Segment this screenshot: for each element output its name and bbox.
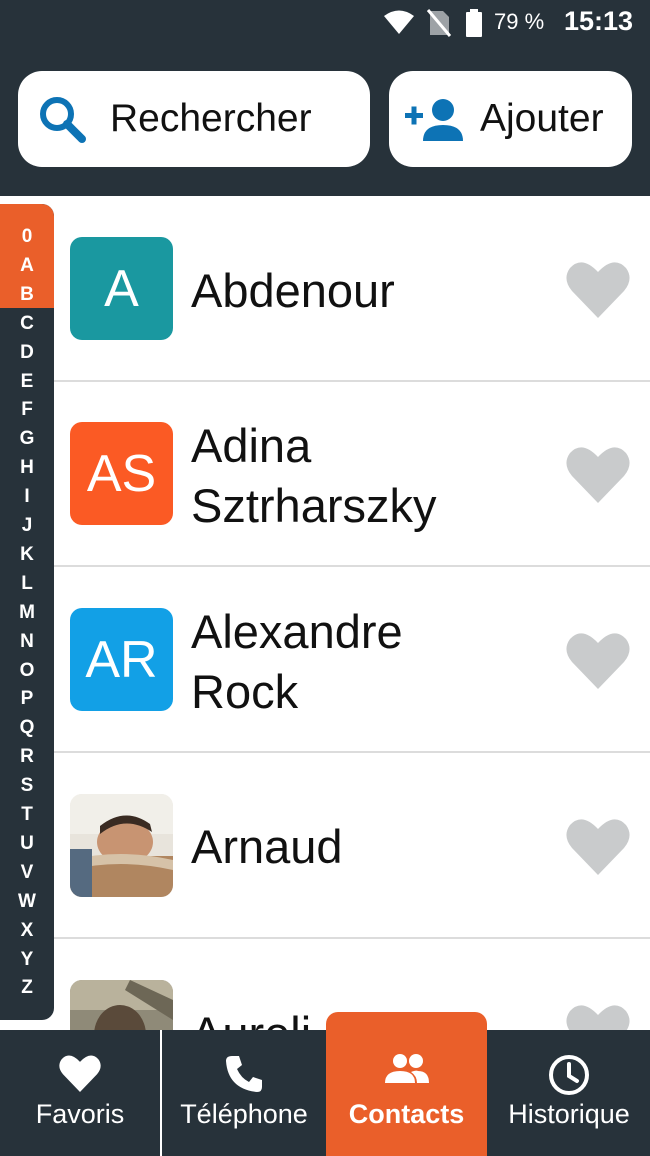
contact-name: Abdenour	[191, 264, 395, 317]
search-button-label: Rechercher	[110, 97, 312, 140]
avatar: A	[70, 237, 173, 340]
contact-row[interactable]: AS Adina Sztrharszky	[54, 382, 650, 567]
index-letter[interactable]: G	[0, 424, 54, 453]
index-letter[interactable]: B	[0, 280, 54, 309]
index-letter[interactable]: U	[0, 829, 54, 858]
favorite-heart-icon[interactable]	[566, 1003, 630, 1030]
tab-contacts[interactable]: Contacts	[326, 1012, 487, 1156]
index-letter[interactable]: Y	[0, 945, 54, 974]
no-sim-icon	[426, 9, 452, 42]
tab-label: Favoris	[35, 1099, 125, 1129]
tab-telephone[interactable]: Téléphone	[163, 1030, 325, 1156]
people-icon	[384, 1052, 430, 1089]
alphabet-index[interactable]: 0ABCDEFGHIJKLMNOPQRSTUVWXYZ	[0, 204, 54, 1020]
favorite-heart-icon[interactable]	[566, 260, 630, 323]
avatar-photo	[70, 794, 173, 897]
index-letter[interactable]: R	[0, 742, 54, 771]
contact-name: Alexandre Rock	[191, 605, 403, 718]
index-letter[interactable]: F	[0, 395, 54, 424]
status-bar: 79 % 15:13	[0, 0, 650, 46]
battery-icon	[465, 9, 483, 42]
index-letter[interactable]: J	[0, 511, 54, 540]
index-letter[interactable]: E	[0, 367, 54, 396]
avatar-photo	[70, 980, 173, 1030]
contact-name: Arnaud	[191, 820, 343, 873]
contact-row[interactable]: AR Alexandre Rock	[54, 568, 650, 753]
clock-time: 15:13	[564, 6, 634, 36]
index-letter[interactable]: O	[0, 656, 54, 685]
tab-favoris[interactable]: Favoris	[0, 1030, 160, 1156]
tab-label: Contacts	[348, 1099, 465, 1129]
add-contact-button[interactable]: Ajouter	[389, 71, 632, 167]
tab-divider	[160, 1030, 162, 1156]
index-letter[interactable]: A	[0, 251, 54, 280]
tab-label: Téléphone	[180, 1099, 308, 1129]
index-letter[interactable]: P	[0, 684, 54, 713]
avatar: AS	[70, 422, 173, 525]
contact-list[interactable]: A Abdenour AS Adina Sztrharszky AR Alexa…	[54, 197, 650, 1030]
favorite-heart-icon[interactable]	[566, 817, 630, 880]
contact-name: Adina Sztrharszky	[191, 419, 437, 532]
index-letter[interactable]: Q	[0, 713, 54, 742]
index-letter[interactable]: S	[0, 771, 54, 800]
contact-row[interactable]: A Abdenour	[54, 197, 650, 382]
avatar: AR	[70, 608, 173, 711]
index-letter[interactable]: D	[0, 338, 54, 367]
index-letter[interactable]: T	[0, 800, 54, 829]
index-letter[interactable]: L	[0, 569, 54, 598]
index-letter[interactable]: Z	[0, 973, 54, 1002]
index-letter[interactable]: N	[0, 627, 54, 656]
tab-label: Historique	[508, 1099, 630, 1129]
index-letter[interactable]: 0	[0, 222, 54, 251]
top-bar: 79 % 15:13 Rechercher Ajouter	[0, 0, 650, 196]
tab-historique[interactable]: Historique	[488, 1030, 650, 1156]
clock-icon	[548, 1054, 590, 1101]
contact-name: Aureli	[191, 1004, 311, 1030]
battery-percent: 79 %	[494, 9, 545, 34]
index-letter[interactable]: V	[0, 858, 54, 887]
heart-icon	[59, 1054, 101, 1097]
bottom-navigation: Favoris Téléphone Contacts Historique	[0, 1012, 650, 1156]
favorite-heart-icon[interactable]	[566, 445, 630, 508]
add-contact-label: Ajouter	[480, 97, 604, 140]
index-letter[interactable]: I	[0, 482, 54, 511]
index-letter[interactable]: K	[0, 540, 54, 569]
index-letter[interactable]: W	[0, 887, 54, 916]
phone-icon	[224, 1054, 264, 1099]
index-letter[interactable]: X	[0, 916, 54, 945]
wifi-icon	[383, 9, 415, 40]
favorite-heart-icon[interactable]	[566, 631, 630, 694]
index-letter[interactable]: C	[0, 309, 54, 338]
search-icon	[38, 95, 88, 150]
contact-row[interactable]: Arnaud	[54, 754, 650, 939]
add-person-icon	[403, 95, 465, 150]
index-letter[interactable]: H	[0, 453, 54, 482]
search-button[interactable]: Rechercher	[18, 71, 370, 167]
index-letter[interactable]: M	[0, 598, 54, 627]
